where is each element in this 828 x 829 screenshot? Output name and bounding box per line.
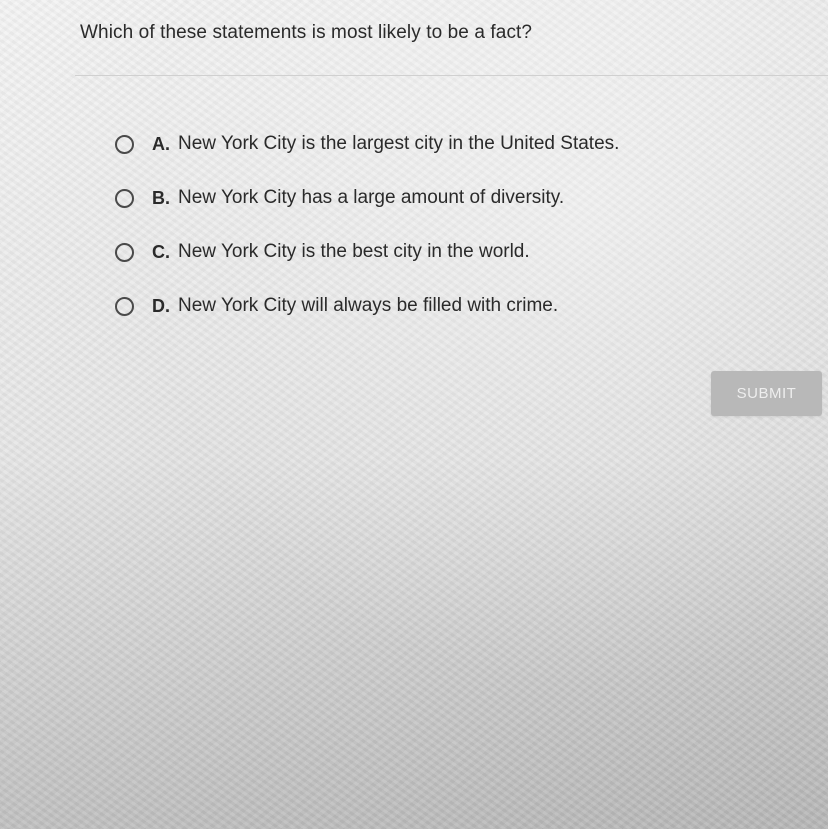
option-letter: C. bbox=[152, 241, 170, 262]
option-letter: D. bbox=[152, 295, 170, 316]
submit-button[interactable]: SUBMIT bbox=[711, 371, 822, 416]
question-text: Which of these statements is most likely… bbox=[80, 22, 533, 43]
answer-option-d[interactable]: D. New York City will always be filled w… bbox=[115, 279, 619, 333]
answer-option-a[interactable]: A. New York City is the largest city in … bbox=[115, 117, 619, 171]
radio-button-icon[interactable] bbox=[115, 242, 134, 262]
question-divider bbox=[75, 75, 828, 76]
option-text: New York City will always be filled with… bbox=[178, 295, 559, 316]
answer-option-b[interactable]: B. New York City has a large amount of d… bbox=[115, 171, 619, 225]
radio-button-icon[interactable] bbox=[115, 296, 134, 316]
radio-button-icon[interactable] bbox=[115, 188, 134, 208]
option-text: New York City has a large amount of dive… bbox=[178, 187, 565, 208]
option-letter: B. bbox=[152, 187, 170, 208]
answer-option-c[interactable]: C. New York City is the best city in the… bbox=[115, 225, 619, 279]
quiz-screen: Which of these statements is most likely… bbox=[0, 0, 828, 829]
option-letter: A. bbox=[152, 133, 170, 154]
option-text: New York City is the largest city in the… bbox=[178, 133, 620, 154]
option-text: New York City is the best city in the wo… bbox=[178, 241, 530, 262]
answer-options: A. New York City is the largest city in … bbox=[115, 117, 619, 333]
radio-button-icon[interactable] bbox=[115, 134, 134, 154]
